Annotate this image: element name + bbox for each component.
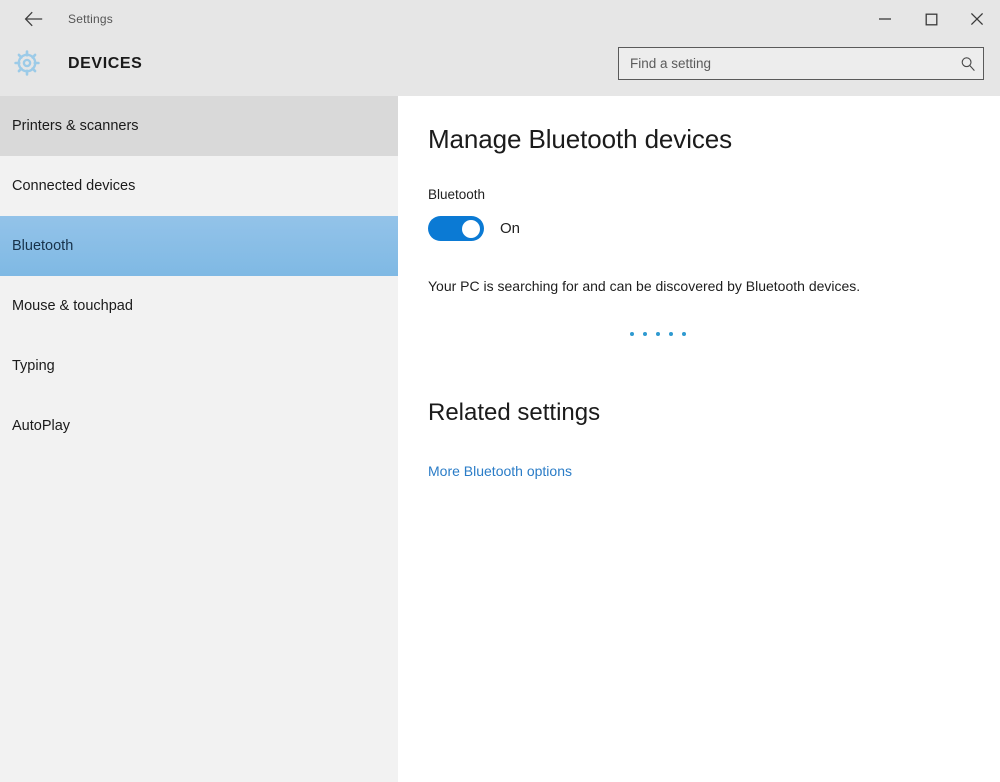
toggle-state-label: On — [500, 220, 521, 237]
search-icon[interactable] — [953, 56, 983, 72]
sidebar-item-label: Printers & scanners — [12, 118, 139, 134]
title-bar: Settings — [0, 0, 1000, 38]
app-title: Settings — [68, 12, 113, 26]
sidebar-item-label: Bluetooth — [12, 238, 74, 254]
close-icon — [970, 12, 984, 26]
sidebar: Printers & scanners Connected devices Bl… — [0, 96, 398, 782]
back-arrow-icon — [24, 11, 44, 27]
sidebar-item-printers-and-scanners[interactable]: Printers & scanners — [0, 96, 398, 156]
content-heading: Manage Bluetooth devices — [428, 124, 733, 154]
gear-icon — [10, 46, 44, 80]
window-controls — [862, 0, 1000, 38]
search-box[interactable] — [618, 47, 984, 80]
maximize-button[interactable] — [908, 0, 954, 38]
bluetooth-status-text: Your PC is searching for and can be disc… — [428, 278, 861, 294]
related-settings-heading: Related settings — [428, 399, 601, 426]
progress-dot — [643, 332, 647, 336]
sidebar-item-label: Connected devices — [12, 178, 136, 194]
sidebar-item-typing[interactable]: Typing — [0, 336, 398, 396]
sidebar-item-label: Mouse & touchpad — [12, 298, 133, 314]
bluetooth-setting-label: Bluetooth — [428, 187, 486, 202]
search-input[interactable] — [619, 48, 953, 79]
sidebar-item-connected-devices[interactable]: Connected devices — [0, 156, 398, 216]
searching-progress-indicator — [630, 332, 686, 336]
content-pane: Manage Bluetooth devices Bluetooth On Yo… — [398, 96, 1000, 782]
progress-dot — [669, 332, 673, 336]
progress-dot — [630, 332, 634, 336]
maximize-icon — [925, 13, 938, 26]
sidebar-item-mouse-and-touchpad[interactable]: Mouse & touchpad — [0, 276, 398, 336]
progress-dot — [656, 332, 660, 336]
minimize-button[interactable] — [862, 0, 908, 38]
back-button[interactable] — [14, 3, 54, 35]
sidebar-item-bluetooth[interactable]: Bluetooth — [0, 216, 398, 276]
sidebar-item-label: Typing — [12, 358, 55, 374]
minimize-icon — [878, 13, 892, 25]
sidebar-item-autoplay[interactable]: AutoPlay — [0, 396, 398, 456]
bluetooth-toggle[interactable] — [428, 216, 484, 241]
settings-window: Settings DEVICES Find a setting Printers… — [0, 0, 1000, 782]
progress-dot — [682, 332, 686, 336]
sidebar-item-label: AutoPlay — [12, 418, 71, 434]
toggle-knob — [462, 219, 480, 238]
page-title: DEVICES — [68, 55, 143, 72]
close-button[interactable] — [954, 0, 1000, 38]
bluetooth-toggle-row: On — [428, 216, 520, 241]
more-bluetooth-options-link[interactable]: More Bluetooth options — [428, 464, 572, 478]
